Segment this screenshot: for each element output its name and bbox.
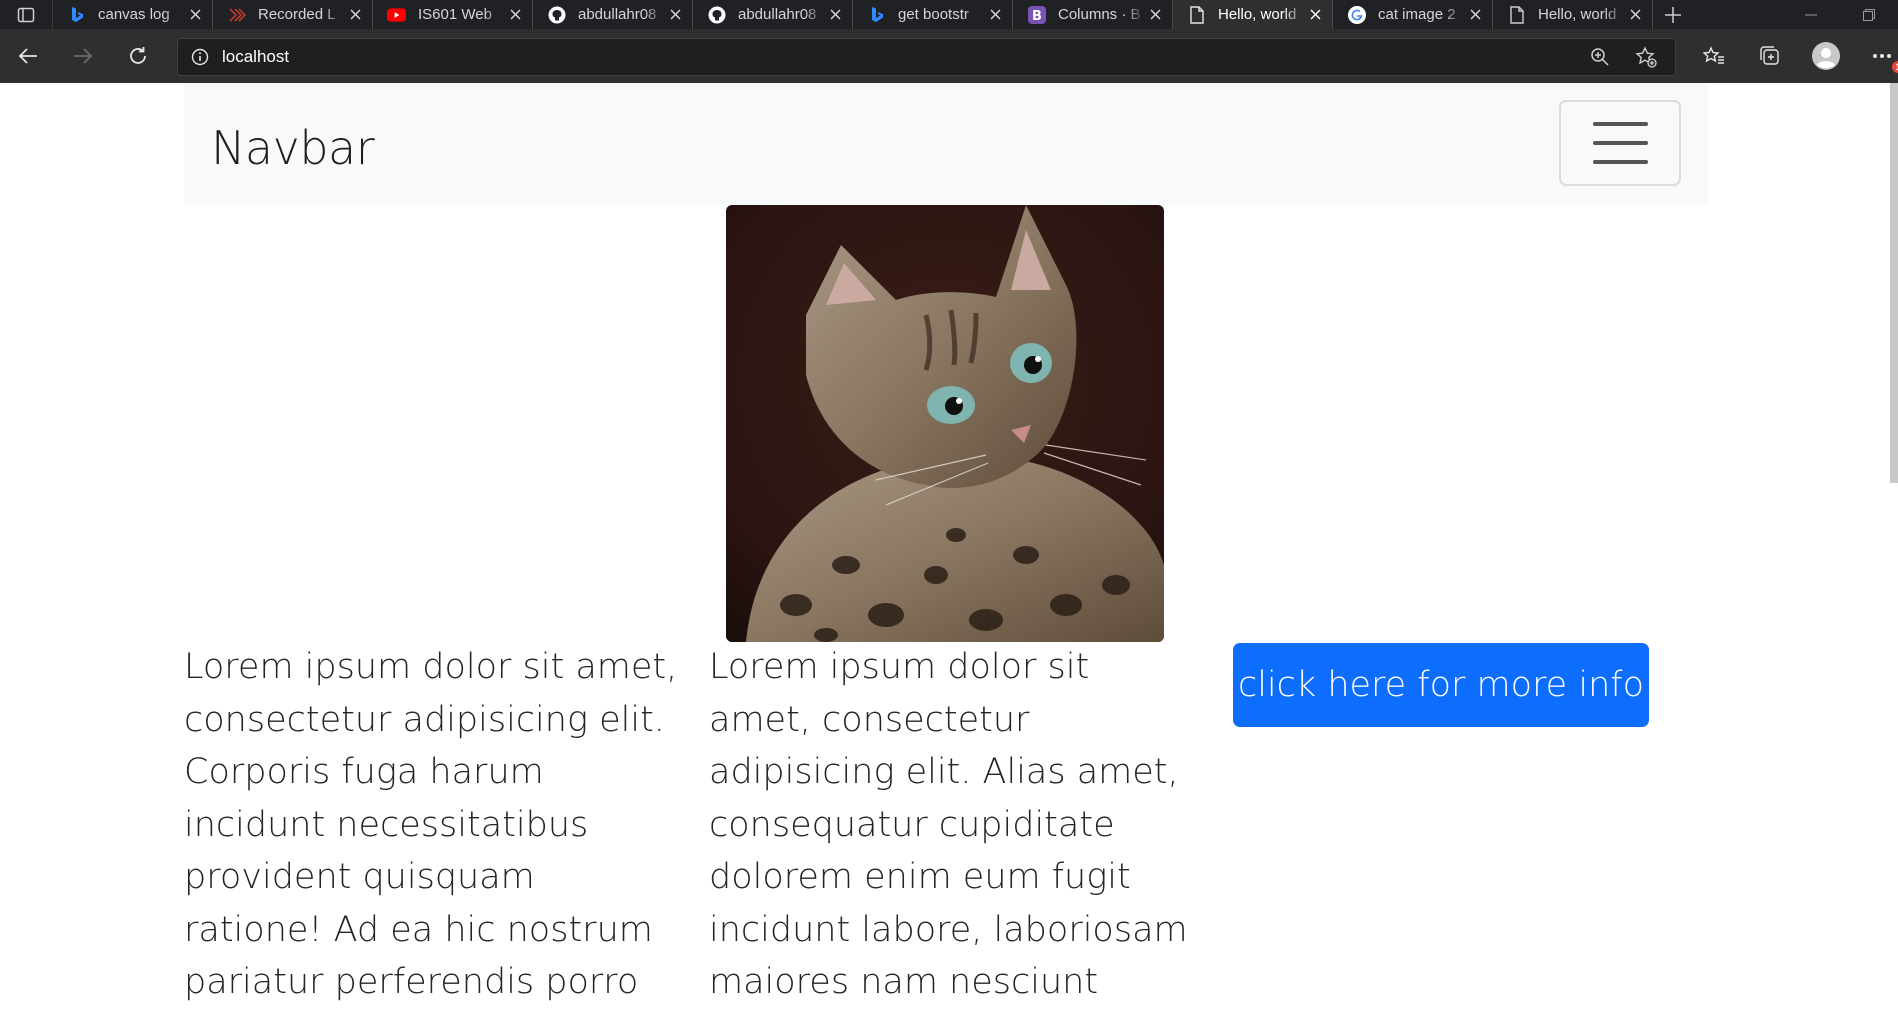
column-2-text: Lorem ipsum dolor sit amet, consectetur … [709,647,1188,1002]
bing-icon [67,5,86,24]
close-icon[interactable] [666,6,684,24]
tab-hello-world-active[interactable]: Hello, world [1173,0,1333,29]
tab-github-2[interactable]: abdullahr08 [693,0,853,29]
toolbar-actions: 1 [1686,29,1898,83]
profile-button[interactable] [1798,29,1854,83]
arrow-left-icon [18,48,37,64]
column-1-text: Lorem ipsum dolor sit amet, consectetur … [184,647,678,1002]
close-icon[interactable] [1306,6,1324,24]
page-icon [1187,5,1206,24]
github-icon [547,5,566,24]
tab-title: get bootstr [898,6,969,23]
tab-get-bootstrap[interactable]: get bootstr [853,0,1013,29]
navbar: Navbar [184,83,1708,205]
close-icon[interactable] [346,6,364,24]
cat-image [726,205,1164,642]
hamburger-menu-icon [1592,122,1648,164]
tab-title: abdullahr08 [578,6,657,23]
add-favorite-button[interactable] [1623,46,1669,68]
avatar-icon [1812,42,1840,70]
back-button[interactable] [0,29,55,83]
more-info-button[interactable]: click here for more info [1233,643,1649,727]
close-icon[interactable] [986,6,1004,24]
tab-canvas-log[interactable]: canvas log [53,0,213,29]
tab-is601-web[interactable]: IS601 Web [373,0,533,29]
close-icon[interactable] [1626,6,1644,24]
tab-title: Hello, world [1218,6,1297,23]
tab-title: Recorded L [258,6,336,23]
tab-columns-bootstrap[interactable]: B Columns · B [1013,0,1173,29]
arrow-right-icon [73,48,92,64]
restore-icon [1863,8,1875,21]
collections-icon [1760,46,1779,65]
tab-hello-world-2[interactable]: Hello, world [1493,0,1653,29]
info-icon [191,48,209,66]
tab-cat-image[interactable]: cat image 2 [1333,0,1493,29]
navbar-toggler-button[interactable] [1559,100,1681,186]
site-info-button[interactable] [178,39,222,75]
tab-title: cat image 2 [1378,6,1456,23]
bing-icon [867,5,886,24]
star-add-icon [1635,46,1657,68]
collections-button[interactable] [1742,29,1798,83]
favorites-button[interactable] [1686,29,1742,83]
svg-text:B: B [1032,9,1042,24]
favorites-icon [1703,46,1724,64]
tab-title: Columns · B [1058,6,1141,23]
tab-title: Hello, world [1538,6,1617,23]
bootstrap-icon: B [1027,5,1046,24]
url-text[interactable]: localhost [222,47,289,67]
google-icon [1347,5,1366,24]
new-tab-button[interactable] [1653,0,1693,29]
close-icon[interactable] [186,6,204,24]
tab-title: canvas log [98,6,170,23]
notification-badge: 1 [1892,61,1898,73]
forward-button[interactable] [55,29,110,83]
tab-actions-button[interactable] [0,0,53,29]
close-icon[interactable] [506,6,524,24]
address-bar-actions [1577,39,1669,75]
tab-strip: canvas log Recorded L IS601 Web abdullah… [0,0,1898,29]
reload-icon [129,47,146,64]
minimize-icon [1805,14,1817,15]
more-icon [1873,54,1891,58]
youtube-icon [387,5,406,24]
page-icon [1507,5,1526,24]
restore-button[interactable] [1840,0,1898,29]
close-icon[interactable] [826,6,844,24]
recorded-lecture-icon [227,5,246,24]
address-bar[interactable]: localhost [177,38,1676,76]
page-scrollbar[interactable] [1890,83,1898,483]
minimize-button[interactable] [1782,0,1840,29]
zoom-in-icon [1591,48,1609,66]
tab-title: abdullahr08 [738,6,817,23]
zoom-button[interactable] [1577,47,1623,67]
tab-github-1[interactable]: abdullahr08 [533,0,693,29]
plus-icon [1665,6,1681,23]
tab-title: IS601 Web [418,6,492,23]
navbar-brand[interactable]: Navbar [211,121,375,175]
page-viewport: Navbar Lorem ipsum dolor sit amet, conse… [0,83,1898,1012]
settings-more-button[interactable]: 1 [1854,29,1898,83]
tab-actions-icon [17,7,35,22]
close-icon[interactable] [1466,6,1484,24]
window-controls [1782,0,1898,29]
github-icon [707,5,726,24]
reload-button[interactable] [110,29,165,83]
close-icon[interactable] [1146,6,1164,24]
tab-recorded-lecture[interactable]: Recorded L [213,0,373,29]
